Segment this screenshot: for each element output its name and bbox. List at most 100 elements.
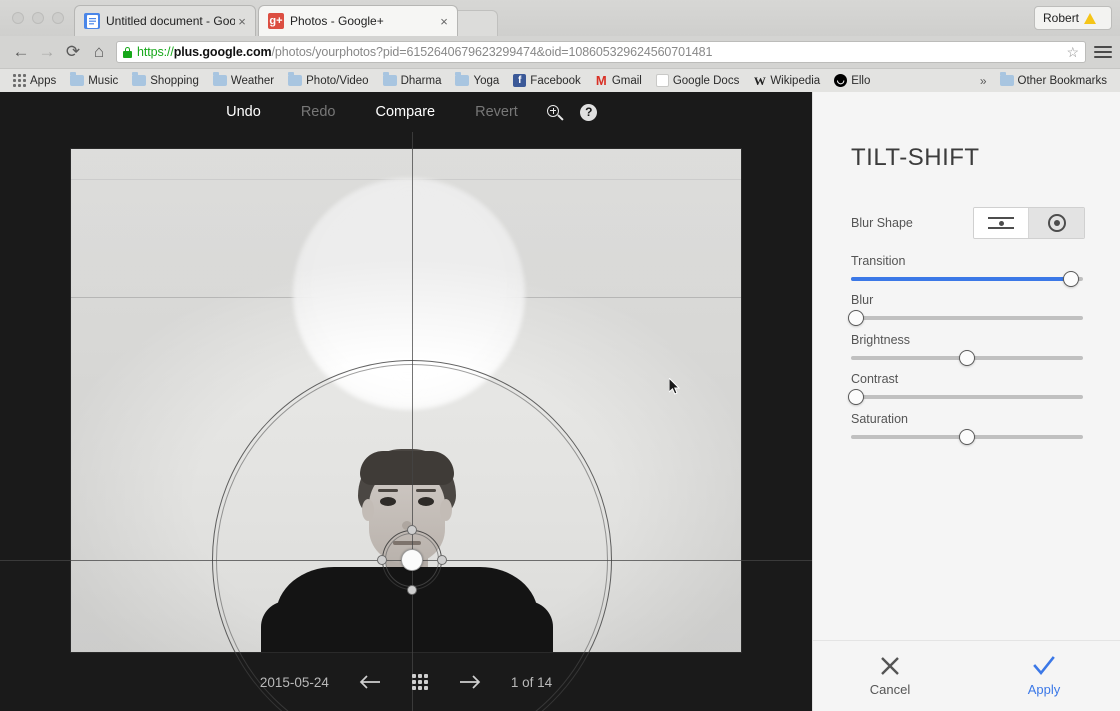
tab-strip: Untitled document - Goog × g+ Photos - G… [0, 0, 1120, 36]
bookmark-weather[interactable]: Weather [206, 71, 281, 91]
ear-right [440, 499, 452, 521]
slider-saturation: Saturation [851, 412, 1083, 445]
bookmark-dharma[interactable]: Dharma [376, 71, 449, 91]
magnifier-plus-icon[interactable] [538, 92, 572, 132]
url-host: plus.google.com [173, 45, 272, 59]
bookmark-music[interactable]: Music [63, 71, 125, 91]
bookmarks-bar: Apps Music Shopping Weather Photo/Video … [0, 68, 1120, 92]
slider-blur: Blur [847, 293, 1083, 326]
folder-icon [999, 72, 1014, 86]
slider-thumb[interactable] [847, 389, 864, 405]
slider-fill [851, 277, 1072, 281]
reload-button[interactable]: ⟳ [60, 39, 86, 65]
close-x-icon [881, 657, 899, 675]
bookmark-label: Dharma [400, 74, 442, 87]
browser-tab-docs[interactable]: Untitled document - Goog × [74, 5, 256, 36]
apply-button[interactable]: Apply [967, 641, 1120, 711]
apply-label: Apply [1027, 682, 1061, 697]
folder-icon [132, 72, 147, 86]
nose [402, 521, 412, 530]
torso [276, 567, 538, 652]
bookmark-facebook[interactable]: f Facebook [506, 71, 588, 91]
compare-button[interactable]: Compare [355, 92, 455, 132]
chrome-menu-icon[interactable] [1094, 46, 1112, 58]
cancel-button[interactable]: Cancel [813, 641, 967, 711]
slider-track[interactable] [851, 350, 1083, 366]
arrow-right-icon[interactable] [445, 662, 495, 702]
bookmark-shopping[interactable]: Shopping [125, 71, 206, 91]
slider-track[interactable] [851, 429, 1083, 445]
arrow-left-icon[interactable] [345, 662, 395, 702]
blur-shape-toggle-group[interactable] [973, 207, 1085, 239]
forward-button[interactable]: → [34, 39, 60, 65]
maximize-window-button[interactable] [52, 12, 64, 24]
bookmark-apps[interactable]: Apps [6, 71, 63, 91]
bookmark-photo-video[interactable]: Photo/Video [281, 71, 375, 91]
bookmark-star-icon[interactable]: ☆ [1066, 44, 1079, 61]
slider-thumb[interactable] [847, 310, 864, 326]
bookmark-label: Music [88, 74, 119, 87]
bookmark-yoga[interactable]: Yoga [448, 71, 506, 91]
slider-thumb[interactable] [959, 429, 975, 445]
tab-close-icon[interactable]: × [235, 15, 249, 28]
bookmark-google-docs[interactable]: Google Docs [649, 71, 746, 91]
photo-canvas[interactable] [0, 132, 812, 711]
blur-shape-label: Blur Shape [851, 216, 913, 230]
warning-triangle-icon [1084, 12, 1097, 24]
browser-tab-photos[interactable]: g+ Photos - Google+ × [258, 5, 458, 36]
slider-brightness: Brightness [851, 333, 1083, 366]
home-button[interactable]: ⌂ [86, 39, 112, 65]
tab-close-icon[interactable]: × [437, 15, 451, 28]
slider-transition: Transition [851, 254, 1083, 287]
panel-footer: Cancel Apply [813, 640, 1120, 711]
slider-track[interactable] [851, 271, 1083, 287]
bookmark-label: Gmail [611, 74, 642, 87]
slider-label: Brightness [851, 333, 911, 347]
url-scheme: https:// [137, 45, 174, 59]
wikipedia-icon: W [753, 73, 766, 88]
bookmark-ello[interactable]: ◡ Ello [827, 71, 877, 91]
eye-right [418, 497, 434, 506]
blur-shape-linear-button[interactable] [974, 208, 1029, 238]
bookmark-label: Apps [30, 74, 57, 87]
photo-position: 1 of 14 [510, 674, 553, 690]
window-controls[interactable] [12, 12, 64, 24]
revert-button[interactable]: Revert [455, 92, 538, 132]
slider-label: Contrast [851, 372, 899, 386]
grid-view-icon[interactable] [395, 662, 445, 702]
undo-button[interactable]: Undo [206, 92, 281, 132]
redo-button[interactable]: Redo [281, 92, 356, 132]
app-root: Untitled document - Goog × g+ Photos - G… [0, 0, 1120, 711]
folder-icon [382, 72, 397, 86]
document-icon [655, 74, 669, 87]
bookmarks-overflow-icon[interactable]: » [974, 74, 993, 88]
back-button[interactable]: ← [8, 39, 34, 65]
slider-thumb[interactable] [959, 350, 975, 366]
folder-icon [212, 72, 227, 86]
bookmark-label: Weather [230, 74, 275, 87]
profile-name: Robert [1043, 11, 1080, 25]
hair-fringe [360, 451, 454, 485]
help-circle-icon[interactable]: ? [572, 92, 606, 132]
folder-icon [70, 72, 85, 86]
slider-track[interactable] [847, 310, 1083, 326]
slider-label: Transition [851, 254, 906, 268]
facebook-icon: f [513, 74, 527, 87]
profile-button[interactable]: Robert [1034, 6, 1112, 30]
new-tab-button[interactable] [452, 10, 498, 36]
checkmark-icon [1033, 656, 1055, 676]
blur-shape-radial-button[interactable] [1029, 208, 1084, 238]
minimize-window-button[interactable] [32, 12, 44, 24]
slider-track[interactable] [847, 389, 1083, 405]
bookmark-other-bookmarks[interactable]: Other Bookmarks [993, 71, 1114, 91]
close-window-button[interactable] [12, 12, 24, 24]
blur-shape-row: Blur Shape [851, 207, 1085, 239]
slider-label: Saturation [851, 412, 908, 426]
adjustment-panel: TILT-SHIFT Blur Shape Transition Blur Br… [812, 92, 1120, 711]
ear-left [362, 499, 374, 521]
bookmark-gmail[interactable]: M Gmail [588, 71, 649, 91]
bookmark-wikipedia[interactable]: W Wikipedia [746, 71, 827, 91]
photo-image [70, 148, 742, 653]
slider-thumb[interactable] [1063, 271, 1080, 287]
address-bar[interactable]: https://plus.google.com/photos/yourphoto… [116, 41, 1086, 63]
